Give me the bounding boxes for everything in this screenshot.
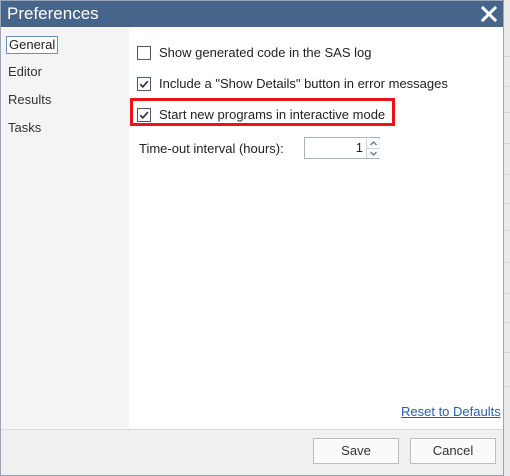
divider	[504, 112, 510, 113]
chevron-down-icon	[370, 151, 377, 156]
timeout-spinner[interactable]: 1	[304, 137, 380, 159]
divider	[504, 174, 510, 175]
sidebar-item-tasks[interactable]: Tasks	[8, 120, 41, 136]
option-label: Include a "Show Details" button in error…	[159, 76, 448, 91]
sidebar-item-label: Results	[8, 92, 52, 107]
divider	[504, 352, 510, 353]
divider	[504, 293, 510, 294]
interactive-mode-checkbox[interactable]	[137, 108, 151, 122]
sidebar-item-results[interactable]: Results	[8, 92, 51, 108]
general-settings-panel: Show generated code in the SAS log Inclu…	[129, 27, 503, 429]
reset-to-defaults-link[interactable]: Reset to Defaults	[401, 404, 501, 419]
close-button[interactable]	[477, 2, 501, 26]
save-button[interactable]: Save	[313, 438, 399, 464]
divider	[504, 386, 510, 387]
divider	[504, 56, 510, 57]
timeout-input[interactable]: 1	[307, 140, 363, 156]
divider	[504, 86, 510, 87]
spinner-up-button[interactable]	[366, 139, 380, 148]
screen: Preferences General Editor Results Tasks	[0, 0, 510, 476]
dialog-titlebar: Preferences	[1, 1, 503, 27]
close-icon	[480, 5, 498, 23]
sidebar-item-label: General	[9, 37, 56, 52]
background-app-edge	[504, 0, 510, 476]
chevron-up-icon	[370, 141, 377, 146]
divider	[504, 322, 510, 323]
show-details-checkbox[interactable]	[137, 77, 151, 91]
divider	[504, 203, 510, 204]
sidebar-item-label: Editor	[8, 64, 42, 79]
option-label: Show generated code in the SAS log	[159, 45, 372, 60]
checkmark-icon	[139, 80, 149, 89]
divider	[504, 230, 510, 231]
cancel-button[interactable]: Cancel	[410, 438, 496, 464]
checkmark-icon	[139, 111, 149, 120]
sidebar-item-general[interactable]: General	[6, 36, 59, 54]
divider	[504, 262, 510, 263]
dialog-footer: Save Cancel	[1, 429, 503, 475]
sidebar-item-label: Tasks	[8, 120, 42, 135]
preferences-dialog: Preferences General Editor Results Tasks	[0, 0, 504, 476]
timeout-label: Time-out interval (hours):	[139, 141, 284, 156]
show-generated-code-checkbox[interactable]	[137, 46, 151, 60]
sidebar-item-editor[interactable]: Editor	[8, 64, 42, 80]
divider	[504, 143, 510, 144]
option-label: Start new programs in interactive mode	[159, 107, 386, 122]
preferences-sidebar: General Editor Results Tasks	[1, 27, 129, 429]
spinner-down-button[interactable]	[366, 148, 380, 158]
dialog-title: Preferences	[7, 4, 99, 23]
